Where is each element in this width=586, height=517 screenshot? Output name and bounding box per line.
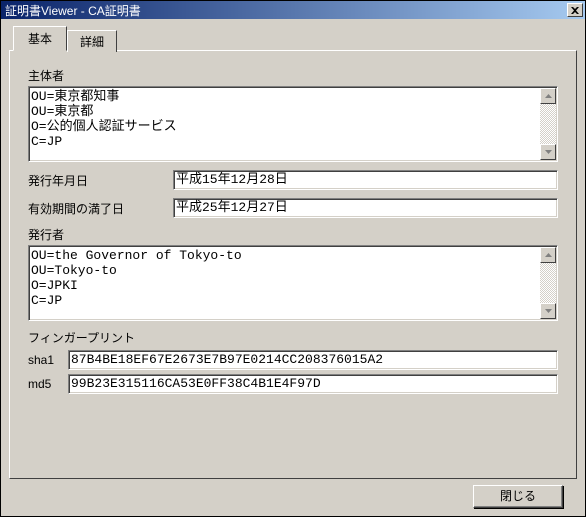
scroll-up-icon[interactable] xyxy=(540,88,556,104)
subject-label: 主体者 xyxy=(28,67,558,84)
titlebar: 証明書Viewer - CA証明書 xyxy=(1,1,585,19)
tab-panel-basic: 主体者 OU=東京都知事 OU=東京都 O=公的個人認証サービス C=JP 発行… xyxy=(9,50,577,479)
scroll-track[interactable] xyxy=(540,263,556,303)
sha1-label: sha1 xyxy=(28,353,68,367)
scroll-down-icon[interactable] xyxy=(540,144,556,160)
close-icon[interactable] xyxy=(567,3,583,17)
issuer-textarea[interactable]: OU=the Governor of Tokyo-to OU=Tokyo-to … xyxy=(28,245,558,321)
tab-basic-label: 基本 xyxy=(28,32,52,46)
tab-detail[interactable]: 詳細 xyxy=(67,30,117,52)
expiry-date-field[interactable]: 平成25年12月27日 xyxy=(173,198,558,218)
issuer-content: OU=the Governor of Tokyo-to OU=Tokyo-to … xyxy=(29,246,540,320)
tabstrip: 基本 詳細 xyxy=(13,25,577,50)
issue-date-field[interactable]: 平成15年12月28日 xyxy=(173,170,558,190)
close-button[interactable]: 閉じる xyxy=(473,485,563,508)
md5-field[interactable]: 99B23E315116CA53E0FF38C4B1E4F97D xyxy=(68,374,558,394)
issuer-scrollbar[interactable] xyxy=(540,247,556,319)
client-area: 基本 詳細 主体者 OU=東京都知事 OU=東京都 O=公的個人認証サービス C… xyxy=(1,19,585,516)
subject-content: OU=東京都知事 OU=東京都 O=公的個人認証サービス C=JP xyxy=(29,87,540,161)
fingerprint-label: フィンガープリント xyxy=(28,329,558,346)
expiry-date-label: 有効期間の満了日 xyxy=(28,200,173,217)
issuer-label: 発行者 xyxy=(28,226,558,243)
tab-detail-label: 詳細 xyxy=(80,35,104,49)
button-bar: 閉じる xyxy=(9,479,577,508)
scroll-up-icon[interactable] xyxy=(540,247,556,263)
subject-textarea[interactable]: OU=東京都知事 OU=東京都 O=公的個人認証サービス C=JP xyxy=(28,86,558,162)
close-button-label: 閉じる xyxy=(500,489,536,503)
scroll-track[interactable] xyxy=(540,104,556,144)
sha1-field[interactable]: 87B4BE18EF67E2673E7B97E0214CC208376015A2 xyxy=(68,350,558,370)
tab-basic[interactable]: 基本 xyxy=(13,26,67,51)
subject-scrollbar[interactable] xyxy=(540,88,556,160)
md5-label: md5 xyxy=(28,377,68,391)
scroll-down-icon[interactable] xyxy=(540,303,556,319)
certificate-viewer-window: 証明書Viewer - CA証明書 基本 詳細 主体者 OU=東京都知事 OU=… xyxy=(0,0,586,517)
issue-date-label: 発行年月日 xyxy=(28,172,173,189)
window-title: 証明書Viewer - CA証明書 xyxy=(5,2,567,19)
